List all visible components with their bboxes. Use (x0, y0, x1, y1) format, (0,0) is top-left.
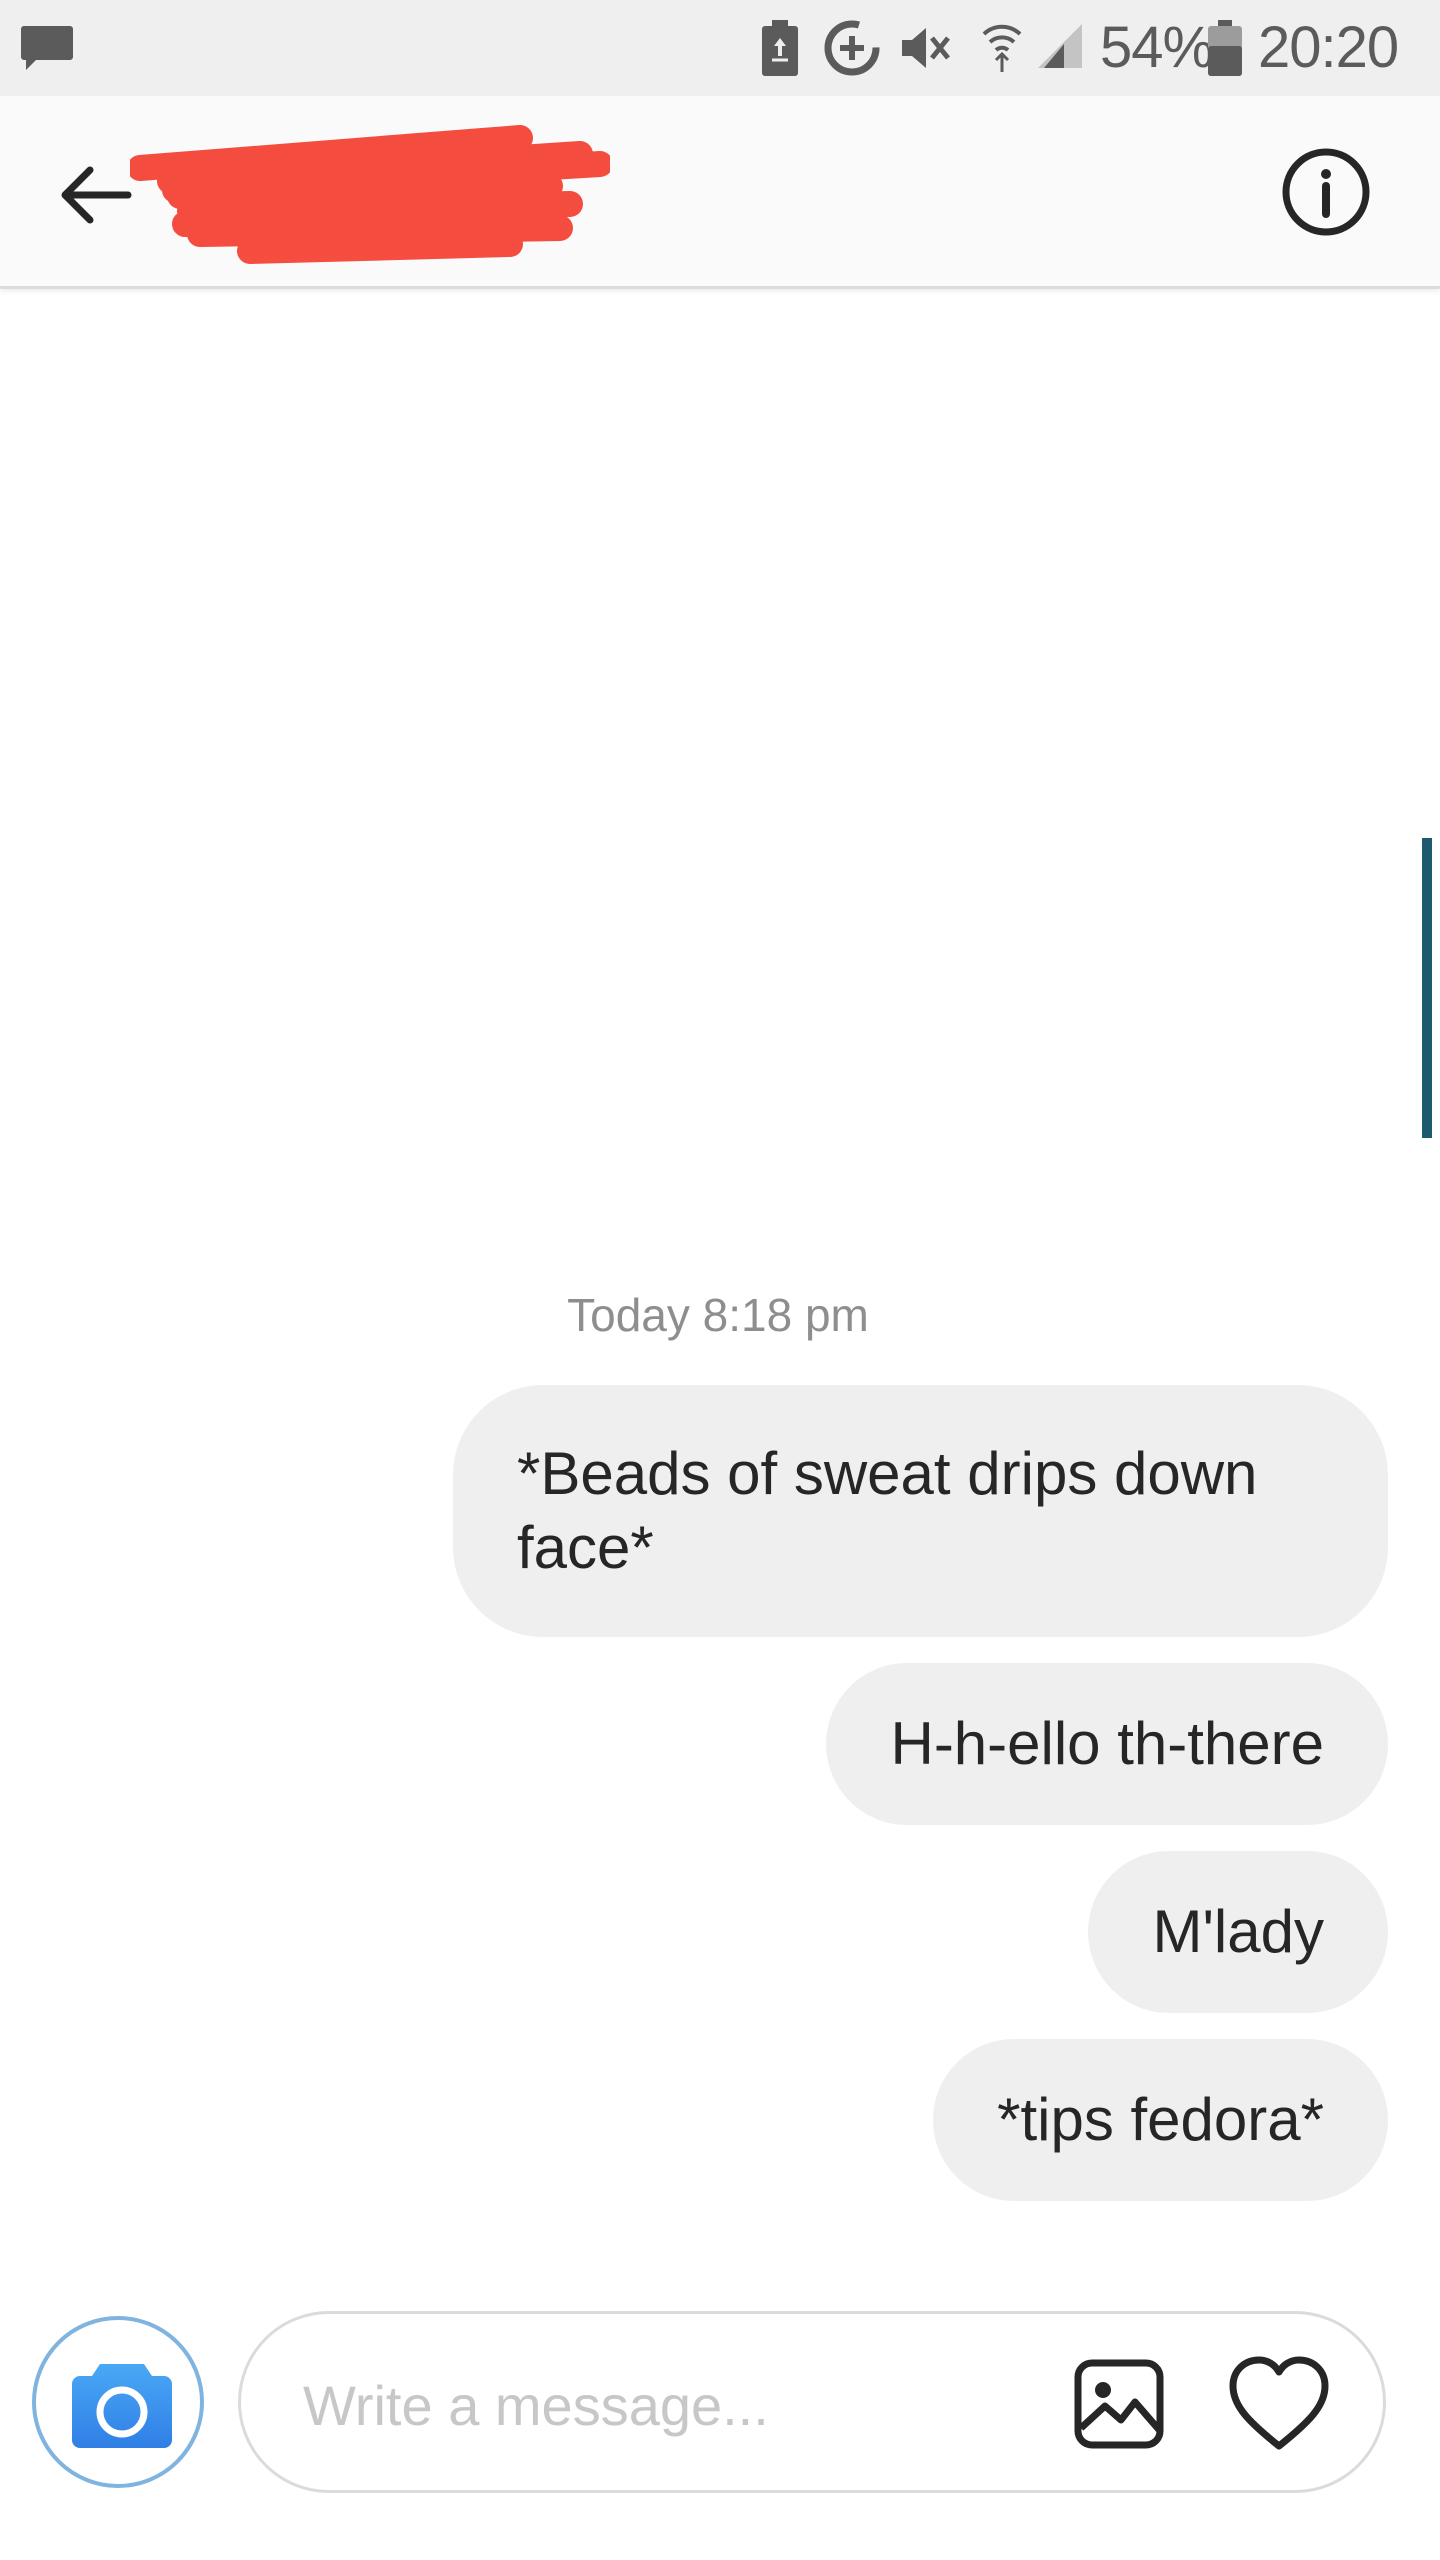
message-timestamp: Today 8:18 pm (0, 1288, 1440, 1342)
battery-icon (1208, 20, 1242, 76)
message-composer (238, 2311, 1386, 2493)
battery-saver-icon (762, 20, 798, 76)
message-text: *tips fedora* (997, 2086, 1324, 2153)
info-icon[interactable] (1278, 144, 1374, 240)
data-saver-icon (824, 20, 880, 76)
message-bubble[interactable]: M'lady (1088, 1851, 1388, 2013)
heart-icon[interactable] (1227, 2354, 1331, 2454)
signal-icon (1038, 24, 1082, 68)
message-text: H-h-ello th-there (890, 1710, 1324, 1777)
back-arrow-icon[interactable] (52, 150, 142, 240)
mute-icon (902, 28, 950, 68)
wifi-icon (982, 24, 1022, 72)
redacted-contact-name (130, 125, 610, 264)
message-input[interactable] (301, 2354, 1025, 2456)
message-text: M'lady (1152, 1898, 1324, 1965)
camera-icon (72, 2364, 172, 2448)
status-bar: 54% 20:20 (0, 0, 1440, 96)
camera-button[interactable] (32, 2316, 204, 2488)
battery-percentage: 54% (1100, 15, 1214, 80)
message-notification-icon (21, 26, 73, 70)
clock: 20:20 (1258, 15, 1399, 80)
message-text: *Beads of sweat drips down face* (517, 1440, 1258, 1581)
conversation-header (0, 96, 1440, 289)
message-bubble[interactable]: *Beads of sweat drips down face* (453, 1385, 1388, 1637)
message-bubble[interactable]: *tips fedora* (933, 2039, 1388, 2201)
message-list: *Beads of sweat drips down face* H-h-ell… (428, 1385, 1388, 2227)
timestamp-text: Today 8:18 pm (567, 1289, 869, 1341)
message-bubble[interactable]: H-h-ello th-there (826, 1663, 1388, 1825)
gallery-icon[interactable] (1073, 2358, 1165, 2450)
scrollbar[interactable] (1422, 838, 1432, 1138)
